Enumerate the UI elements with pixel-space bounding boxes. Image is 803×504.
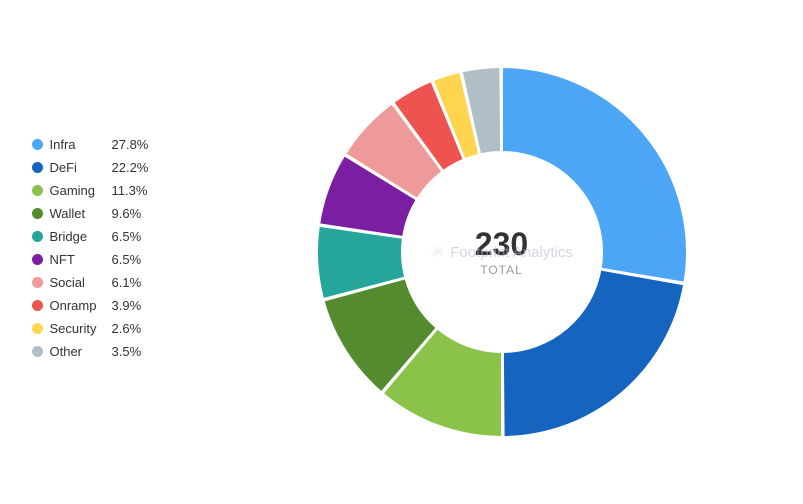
legend-pct: 3.9% (112, 298, 142, 313)
legend-item: Gaming 11.3% (32, 183, 212, 198)
legend-dot (32, 346, 43, 357)
legend-dot (32, 300, 43, 311)
legend-pct: 2.6% (112, 321, 142, 336)
legend-dot (32, 231, 43, 242)
legend-pct: 6.5% (112, 252, 142, 267)
legend-dot (32, 185, 43, 196)
legend-item: Security 2.6% (32, 321, 212, 336)
legend-dot (32, 208, 43, 219)
legend-label: Security (50, 321, 112, 336)
main-container: Infra 27.8% DeFi 22.2% Gaming 11.3% Wall… (12, 22, 792, 482)
chart-area: 230 TOTAL ✳ Footprint Analytics (212, 52, 792, 452)
legend-pct: 6.5% (112, 229, 142, 244)
legend-label: NFT (50, 252, 112, 267)
legend-item: Bridge 6.5% (32, 229, 212, 244)
legend-pct: 27.8% (112, 137, 149, 152)
legend-pct: 22.2% (112, 160, 149, 175)
legend-item: Wallet 9.6% (32, 206, 212, 221)
legend-item: NFT 6.5% (32, 252, 212, 267)
donut-chart (302, 52, 702, 452)
legend-label: Other (50, 344, 112, 359)
legend-item: Social 6.1% (32, 275, 212, 290)
legend-dot (32, 323, 43, 334)
legend-label: Gaming (50, 183, 112, 198)
chart-legend: Infra 27.8% DeFi 22.2% Gaming 11.3% Wall… (12, 137, 212, 367)
legend-label: Bridge (50, 229, 112, 244)
segment-defi (502, 270, 683, 437)
legend-label: Infra (50, 137, 112, 152)
legend-pct: 11.3% (112, 183, 148, 198)
legend-label: Social (50, 275, 112, 290)
legend-item: Infra 27.8% (32, 137, 212, 152)
legend-label: Wallet (50, 206, 112, 221)
legend-pct: 9.6% (112, 206, 142, 221)
legend-dot (32, 254, 43, 265)
legend-dot (32, 277, 43, 288)
legend-item: DeFi 22.2% (32, 160, 212, 175)
legend-pct: 3.5% (112, 344, 142, 359)
legend-label: DeFi (50, 160, 112, 175)
legend-dot (32, 139, 43, 150)
legend-label: Onramp (50, 298, 112, 313)
legend-item: Onramp 3.9% (32, 298, 212, 313)
legend-item: Other 3.5% (32, 344, 212, 359)
segment-infra (502, 67, 687, 283)
legend-pct: 6.1% (112, 275, 142, 290)
legend-dot (32, 162, 43, 173)
